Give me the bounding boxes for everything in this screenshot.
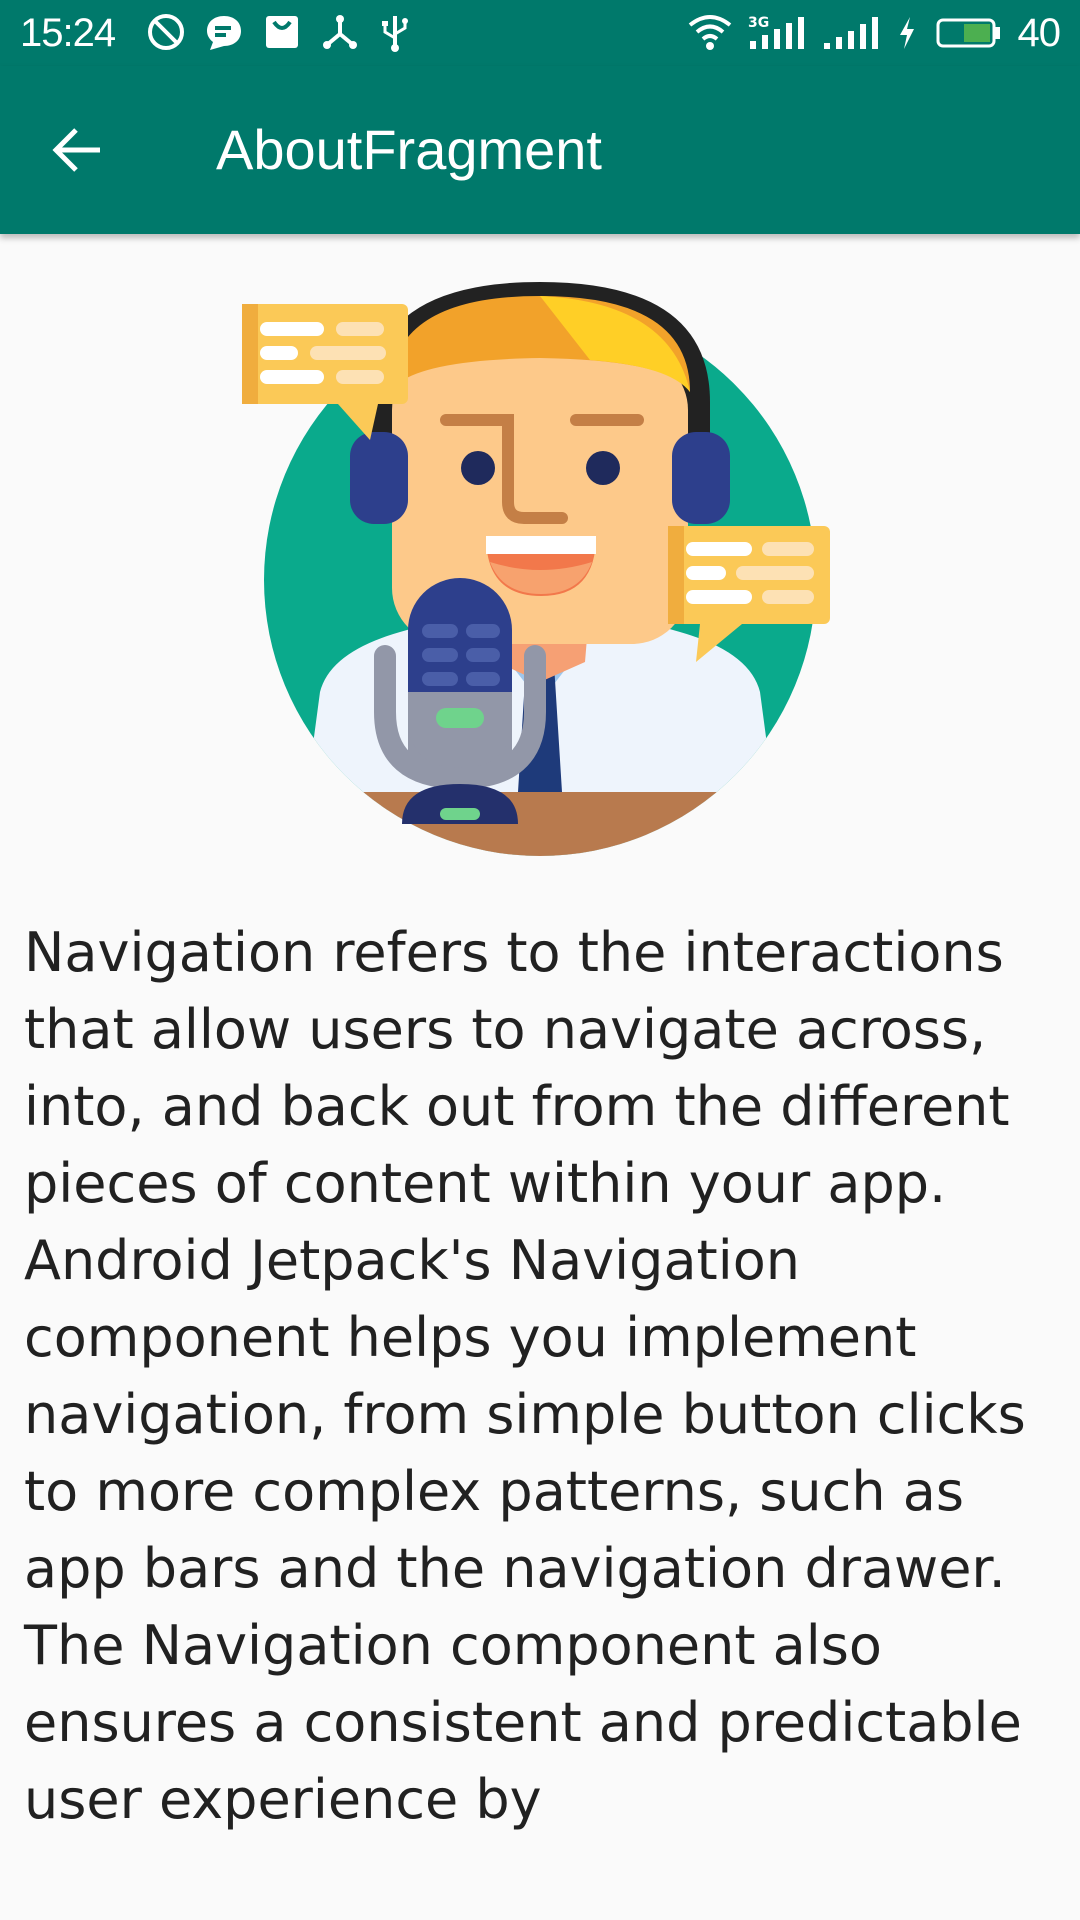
wifi-icon xyxy=(688,15,731,50)
app-toolbar: AboutFragment xyxy=(0,66,1080,234)
status-bar: 15:24 3G 40 xyxy=(0,0,1080,66)
shopping-bag-icon xyxy=(266,16,298,48)
signal-3g-icon: 3G xyxy=(748,15,804,49)
podcast-host-illustration xyxy=(242,282,830,856)
chat-bubble-icon xyxy=(207,16,241,50)
battery-level: 40 xyxy=(1017,11,1061,55)
share-network-icon xyxy=(323,15,357,49)
back-button[interactable] xyxy=(38,110,118,190)
signal-icon xyxy=(823,17,878,49)
arrow-back-icon xyxy=(52,128,100,172)
desk-surface xyxy=(264,792,816,856)
battery-icon xyxy=(936,18,1000,48)
svg-text:3G: 3G xyxy=(748,15,769,31)
toolbar-title: AboutFragment xyxy=(216,118,602,181)
usb-icon xyxy=(382,16,408,52)
charging-bolt-icon xyxy=(899,17,914,49)
status-system-icons: 3G 40 xyxy=(688,10,1061,56)
right-earcup xyxy=(672,432,730,524)
do-not-disturb-icon xyxy=(148,14,184,50)
about-description: Navigation refers to the interactions th… xyxy=(24,921,1026,1831)
status-notification-icons xyxy=(146,12,412,52)
status-time: 15:24 xyxy=(20,11,116,55)
left-earcup xyxy=(350,432,408,524)
